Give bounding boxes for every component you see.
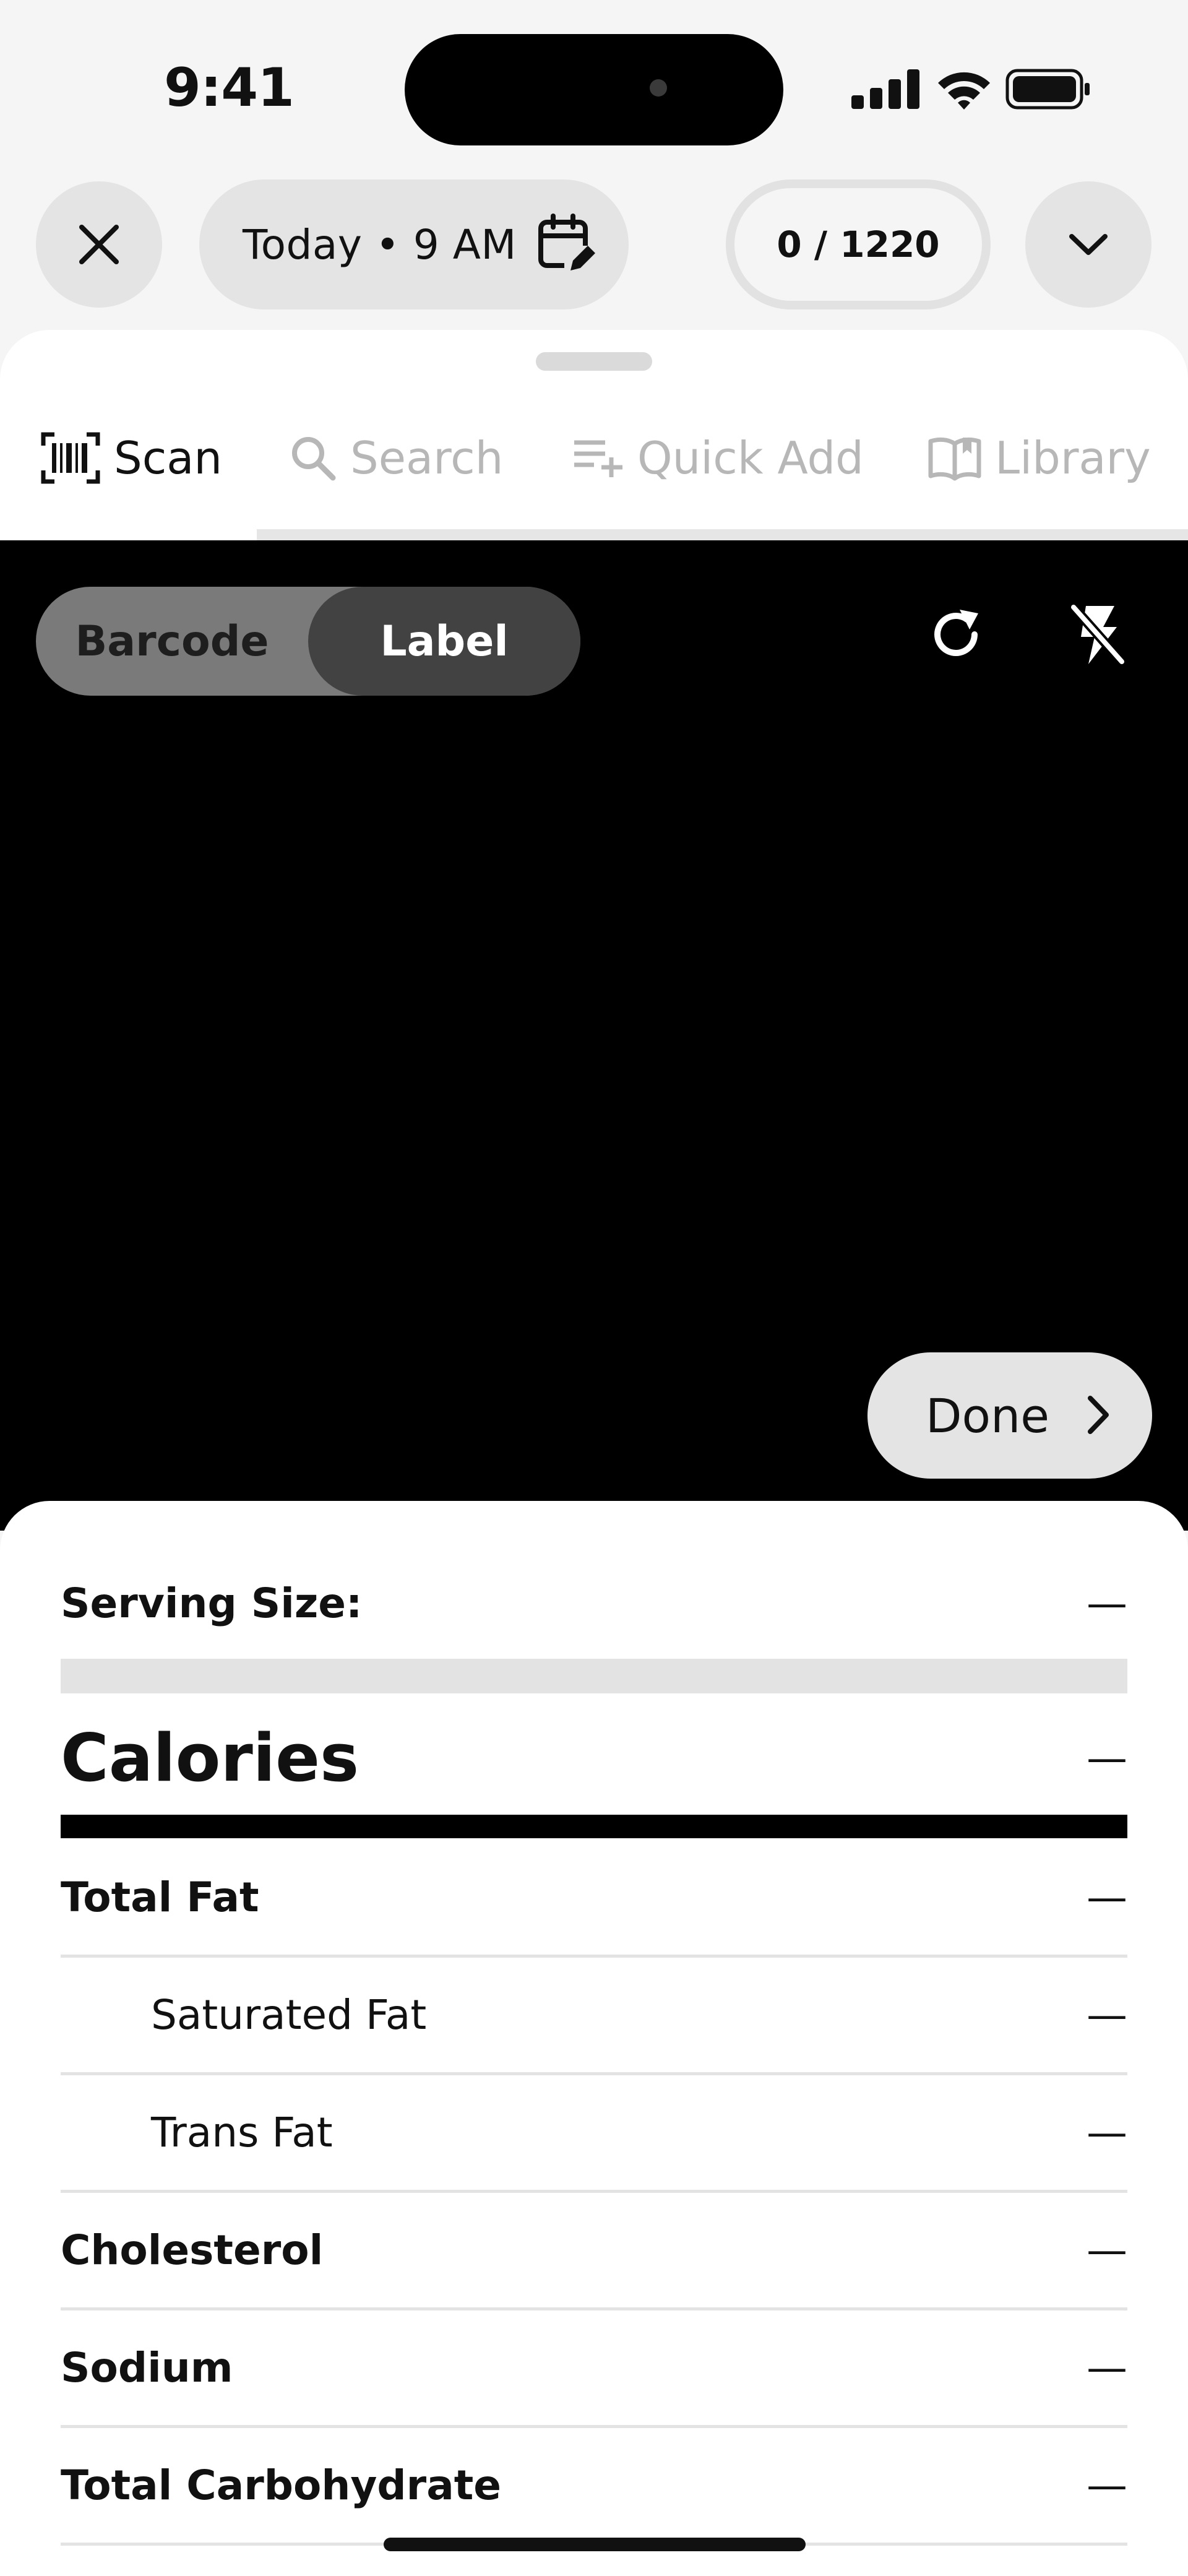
calories-row[interactable]: Calories — xyxy=(61,1714,1127,1801)
row-divider xyxy=(61,2307,1127,2310)
nutrient-row-total-fat[interactable]: Total Fat — xyxy=(61,1869,1127,1925)
calendar-edit-icon xyxy=(538,214,595,273)
tab-search[interactable]: Search xyxy=(290,408,503,508)
calorie-counter[interactable]: 0 / 1220 xyxy=(726,179,991,309)
calorie-counter-label: 0 / 1220 xyxy=(777,223,940,266)
nutrient-value: — xyxy=(1087,2343,1127,2392)
flash-off-icon xyxy=(1070,603,1126,665)
status-bar: 9:41 xyxy=(0,0,1188,173)
barcode-scan-icon xyxy=(41,432,100,484)
nutrient-row-saturated-fat[interactable]: Saturated Fat — xyxy=(61,1987,1127,2042)
done-label: Done xyxy=(926,1388,1049,1443)
row-divider xyxy=(61,2190,1127,2193)
tab-library[interactable]: Library xyxy=(928,408,1151,508)
row-divider xyxy=(61,1955,1127,1958)
flash-toggle-button[interactable] xyxy=(1057,594,1137,675)
mode-label[interactable]: Label xyxy=(308,587,580,696)
camera-dot xyxy=(650,79,667,97)
nutrient-value: — xyxy=(1087,1873,1127,1921)
serving-size-label: Serving Size: xyxy=(61,1579,363,1627)
nutrient-value: — xyxy=(1087,2461,1127,2509)
cellular-signal-icon xyxy=(851,69,919,109)
tab-library-label: Library xyxy=(995,432,1151,484)
refresh-icon xyxy=(934,610,978,656)
tab-search-label: Search xyxy=(350,432,504,484)
calories-divider xyxy=(61,1815,1127,1838)
chevron-right-icon xyxy=(1088,1396,1109,1434)
nutrient-row-cholesterol[interactable]: Cholesterol — xyxy=(61,2222,1127,2278)
tab-active-indicator xyxy=(0,529,257,540)
chevron-down-icon xyxy=(1069,234,1108,255)
quick-add-icon xyxy=(574,440,622,477)
date-time-picker[interactable]: Today • 9 AM xyxy=(199,179,629,309)
nutrient-label: Cholesterol xyxy=(61,2226,324,2274)
row-divider xyxy=(61,2072,1127,2075)
sheet-grabber[interactable] xyxy=(536,352,652,371)
row-divider xyxy=(61,2425,1127,2428)
nutrient-row-trans-fat[interactable]: Trans Fat — xyxy=(61,2104,1127,2160)
nutrient-value: — xyxy=(1087,2108,1127,2156)
home-indicator[interactable] xyxy=(384,2538,806,2551)
tab-quick-add[interactable]: Quick Add xyxy=(573,408,864,508)
status-icons xyxy=(849,67,1090,111)
refresh-button[interactable] xyxy=(916,594,996,675)
nutrient-value: — xyxy=(1087,1990,1127,2039)
serving-size-row[interactable]: Serving Size: — xyxy=(61,1578,1127,1628)
tab-bar: Scan Search Quick Add Library xyxy=(0,408,1188,508)
collapse-button[interactable] xyxy=(1025,181,1151,308)
nutrient-label: Total Fat xyxy=(61,1873,259,1921)
nutrient-label: Total Carbohydrate xyxy=(61,2461,502,2509)
done-button[interactable]: Done xyxy=(867,1352,1152,1479)
date-time-label: Today • 9 AM xyxy=(243,220,517,269)
mode-barcode[interactable]: Barcode xyxy=(36,587,308,696)
nutrient-label: Saturated Fat xyxy=(151,1990,427,2039)
tab-scan-label: Scan xyxy=(114,432,223,484)
tab-scan[interactable]: Scan xyxy=(41,408,222,508)
battery-icon xyxy=(1005,69,1090,110)
tab-quick-add-label: Quick Add xyxy=(637,432,864,484)
dynamic-island xyxy=(405,34,783,145)
close-button[interactable] xyxy=(36,181,162,308)
nutrient-value: — xyxy=(1087,2226,1127,2274)
screen: 9:41 Today • 9 AM 0 / 1220 Scan Search Q… xyxy=(0,0,1188,2576)
nutrient-row-sodium[interactable]: Sodium — xyxy=(61,2340,1127,2395)
nutrient-label: Trans Fat xyxy=(151,2108,333,2156)
nutrient-label: Sodium xyxy=(61,2343,233,2392)
serving-size-value: — xyxy=(1087,1579,1127,1627)
calories-value: — xyxy=(1087,1734,1127,1782)
search-icon xyxy=(292,437,336,481)
scan-mode-toggle: Barcode Label xyxy=(36,587,580,696)
nutrient-row-total-carbohydrate[interactable]: Total Carbohydrate — xyxy=(61,2457,1127,2513)
library-book-icon xyxy=(928,437,981,481)
calories-label: Calories xyxy=(61,1719,359,1796)
serving-divider xyxy=(61,1659,1127,1693)
wifi-icon xyxy=(938,72,990,110)
status-time: 9:41 xyxy=(164,57,295,119)
close-icon xyxy=(79,225,119,264)
